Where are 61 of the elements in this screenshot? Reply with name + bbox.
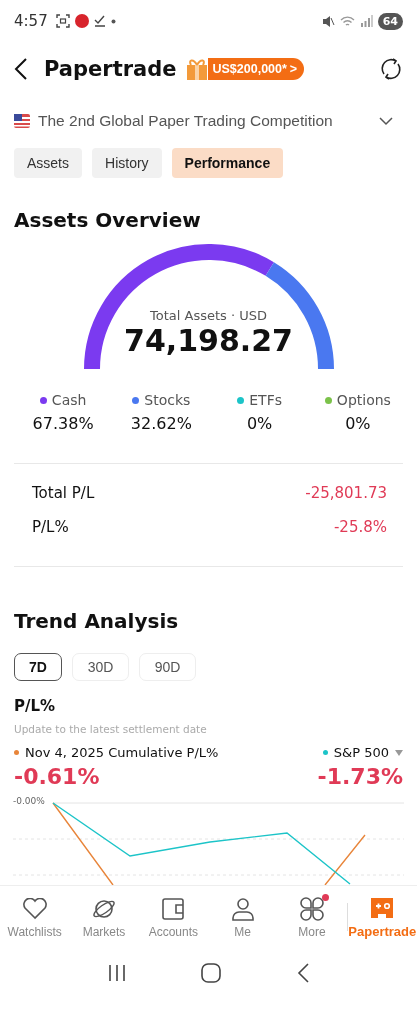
- chart-title: P/L%: [13, 696, 57, 715]
- pl-label: P/L%: [32, 518, 69, 536]
- series-value: -0.61%: [14, 764, 101, 789]
- competition-name[interactable]: The 2nd Global Paper Trading Competition: [38, 112, 333, 130]
- legend-label: Cash: [51, 392, 87, 408]
- legend-value: 0%: [345, 414, 371, 433]
- heart-icon: [21, 897, 48, 920]
- legend-value: 32.62%: [130, 414, 192, 433]
- dot-icon: [110, 18, 116, 24]
- signal-icon: [359, 15, 373, 27]
- more-icon: [299, 896, 324, 921]
- promo-amount: US$200,000*: [212, 62, 287, 76]
- app-icon: [74, 14, 89, 28]
- pl-label: Total P/L: [32, 484, 95, 502]
- section-title: Assets Overview: [13, 207, 202, 232]
- back-icon[interactable]: [14, 58, 28, 80]
- period-button[interactable]: 30D: [72, 653, 129, 681]
- section-title: Trend Analysis: [13, 608, 180, 633]
- person-icon: [230, 896, 255, 921]
- nav-item[interactable]: Me: [208, 891, 278, 943]
- series-value: -1.73%: [317, 764, 403, 789]
- recents-icon[interactable]: [107, 964, 126, 982]
- screenshot-icon: [55, 14, 70, 28]
- legend-value: 0%: [246, 414, 273, 433]
- tab[interactable]: History: [92, 148, 162, 178]
- dropdown-icon[interactable]: [395, 749, 403, 756]
- tab[interactable]: Performance: [171, 148, 284, 178]
- home-icon[interactable]: [201, 963, 222, 983]
- legend-label: Stocks: [144, 392, 191, 408]
- refresh-icon[interactable]: [379, 57, 403, 81]
- mute-icon: [321, 14, 335, 28]
- nav-item[interactable]: Accounts: [138, 891, 208, 943]
- wifi-icon: [339, 14, 355, 28]
- total-value: 74,198.27: [124, 323, 293, 358]
- axis-label: -0.00%: [13, 796, 45, 806]
- period-button[interactable]: 90D: [139, 653, 196, 681]
- back-icon[interactable]: [297, 963, 310, 983]
- status-time: 4:57: [14, 12, 48, 30]
- check-icon: [93, 15, 106, 27]
- pl-value: -25.8%: [333, 518, 387, 536]
- gift-icon: [186, 57, 209, 81]
- chevron-down-icon[interactable]: [379, 116, 393, 126]
- legend-label: ETFs: [249, 392, 282, 408]
- series-label: Nov 4, 2025 Cumulative P/L%: [25, 745, 219, 760]
- nav-item[interactable]: Watchlists: [0, 891, 70, 943]
- page-title: Papertrade: [44, 57, 177, 81]
- promo-arrow: >: [289, 62, 298, 76]
- period-button[interactable]: 7D: [14, 653, 62, 681]
- update-note: Update to the latest settlement date: [13, 722, 208, 735]
- legend-value: 67.38%: [32, 414, 94, 433]
- total-label: Total Assets · USD: [150, 308, 267, 323]
- battery-indicator: 64: [377, 12, 403, 30]
- nav-item[interactable]: Markets: [69, 891, 139, 943]
- pl-value: -25,801.73: [305, 484, 387, 502]
- series-label[interactable]: S&P 500: [333, 745, 389, 760]
- flag-icon: [14, 114, 30, 128]
- legend-label: Options: [336, 392, 391, 408]
- wallet-icon: [161, 896, 186, 921]
- nav-item[interactable]: More: [277, 891, 347, 943]
- tab[interactable]: Assets: [14, 148, 82, 178]
- notification-dot: [321, 893, 329, 901]
